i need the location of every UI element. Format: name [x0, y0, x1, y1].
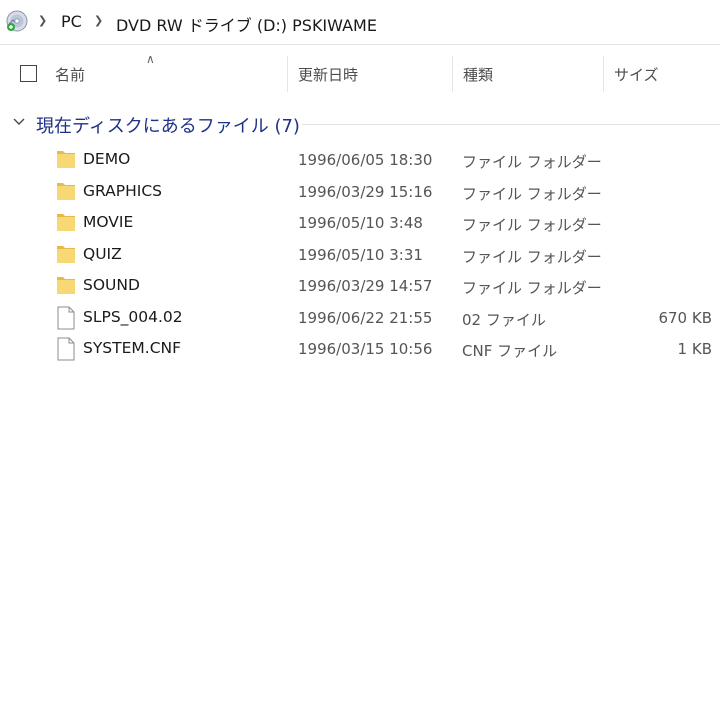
file-type: 02 ファイル: [462, 310, 546, 329]
file-row[interactable]: QUIZ 1996/05/10 3:31 ファイル フォルダー: [0, 239, 720, 270]
column-divider[interactable]: [287, 56, 288, 92]
file-size: 670 KB: [658, 308, 712, 327]
file-icon: [56, 337, 76, 365]
file-date: 1996/03/29 15:16: [298, 182, 433, 201]
file-icon: [56, 306, 76, 334]
file-type: ファイル フォルダー: [462, 153, 602, 171]
folder-icon: [56, 148, 76, 174]
file-date: 1996/03/29 14:57: [298, 277, 433, 295]
folder-icon: [56, 243, 76, 269]
file-date: 1996/05/10 3:31: [298, 245, 423, 264]
group-header[interactable]: 現在ディスクにあるファイル (7): [0, 106, 720, 140]
file-row[interactable]: DEMO 1996/06/05 18:30 ファイル フォルダー: [0, 144, 720, 175]
column-header-row: ∧ 名前 更新日時 種類 サイズ: [0, 48, 720, 94]
file-name: SYSTEM.CNF: [83, 339, 182, 357]
file-row[interactable]: SOUND 1996/03/29 14:57 ファイル フォルダー: [0, 270, 720, 301]
select-all-checkbox[interactable]: [20, 65, 37, 82]
file-type: ファイル フォルダー: [462, 216, 602, 234]
file-name: MOVIE: [83, 213, 134, 231]
breadcrumb-drive[interactable]: DVD RW ドライブ (D:) PSKIWAME: [116, 12, 377, 36]
column-header-name[interactable]: 名前: [55, 64, 85, 85]
folder-icon: [56, 274, 76, 300]
file-name: QUIZ: [83, 244, 122, 263]
column-header-type[interactable]: 種類: [463, 64, 493, 85]
file-type: ファイル フォルダー: [462, 279, 602, 297]
column-divider[interactable]: [452, 56, 453, 92]
file-type: ファイル フォルダー: [462, 247, 602, 266]
breadcrumb-pc[interactable]: PC: [61, 12, 82, 31]
file-row[interactable]: SLPS_004.02 1996/06/22 21:55 02 ファイル 670 KB: [0, 302, 720, 333]
group-divider: [302, 124, 720, 125]
file-type: CNF ファイル: [462, 342, 558, 360]
sort-ascending-icon: ∧: [146, 52, 155, 66]
file-type: ファイル フォルダー: [462, 184, 602, 203]
group-title[interactable]: 現在ディスクにあるファイル (7): [36, 112, 300, 138]
breadcrumb-chevron-icon[interactable]: ❯: [38, 14, 47, 27]
file-name: SOUND: [83, 276, 140, 294]
file-date: 1996/06/22 21:55: [298, 308, 433, 327]
file-name: SLPS_004.02: [83, 307, 183, 326]
dvd-drive-icon: [6, 10, 28, 32]
column-header-date[interactable]: 更新日時: [298, 64, 358, 85]
file-date: 1996/06/05 18:30: [298, 151, 433, 169]
file-size: 1 KB: [677, 340, 712, 358]
chevron-down-icon[interactable]: [11, 114, 27, 130]
column-header-size[interactable]: サイズ: [614, 64, 659, 85]
file-date: 1996/03/15 10:56: [298, 340, 433, 358]
file-row[interactable]: SYSTEM.CNF 1996/03/15 10:56 CNF ファイル 1 KB: [0, 333, 720, 364]
folder-icon: [56, 211, 76, 237]
file-row[interactable]: GRAPHICS 1996/03/29 15:16 ファイル フォルダー: [0, 176, 720, 207]
column-divider[interactable]: [603, 56, 604, 92]
address-bar[interactable]: ❯ PC ❯ DVD RW ドライブ (D:) PSKIWAME: [0, 0, 720, 45]
file-row[interactable]: MOVIE 1996/05/10 3:48 ファイル フォルダー: [0, 207, 720, 238]
folder-icon: [56, 180, 76, 206]
file-date: 1996/05/10 3:48: [298, 214, 423, 232]
file-name: DEMO: [83, 150, 131, 168]
breadcrumb-chevron-icon[interactable]: ❯: [94, 14, 103, 27]
file-name: GRAPHICS: [83, 181, 162, 200]
